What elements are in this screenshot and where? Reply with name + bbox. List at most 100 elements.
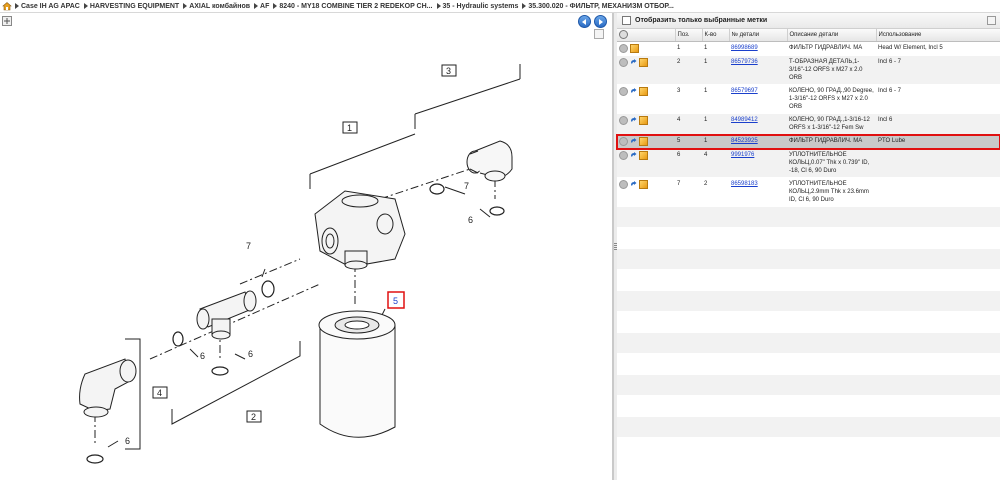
panel-options-icon[interactable] xyxy=(987,16,996,25)
cart-box-icon[interactable] xyxy=(630,44,639,53)
cell-usage: Head W/ Element, Incl 5 xyxy=(876,41,1000,57)
breadcrumb-item-6[interactable]: 35 - Hydraulic systems xyxy=(436,3,519,10)
part-number-link[interactable]: 86998689 xyxy=(731,45,758,51)
cell-pos: 6 xyxy=(675,148,702,179)
callout-3: 3 xyxy=(446,66,451,76)
copy-icon[interactable] xyxy=(630,59,637,66)
breadcrumb-label[interactable]: 8240 - MY18 COMBINE TIER 2 REDEKOP CH... xyxy=(279,3,432,10)
nav-back-icon[interactable] xyxy=(578,15,591,28)
breadcrumb-label[interactable]: Case IH AG APAC xyxy=(21,3,80,10)
breadcrumb-item-5[interactable]: 8240 - MY18 COMBINE TIER 2 REDEKOP CH... xyxy=(273,3,433,10)
cell-description: КОЛЕНО, 90 ГРАД.,90 Degree, 1-3/16"-12 O… xyxy=(787,84,876,115)
info-icon[interactable] xyxy=(619,180,628,190)
part-number-link[interactable]: 84989412 xyxy=(731,117,758,123)
cell-description: УПЛОТНИТЕЛЬНОЕ КОЛЬЦ,2.9mm Thk x 23.6mm … xyxy=(787,177,876,208)
header-description[interactable]: Описание детали xyxy=(787,29,877,42)
header-usage[interactable]: Использование xyxy=(876,29,1000,42)
info-icon[interactable] xyxy=(619,137,628,147)
callout-6b: 6 xyxy=(200,351,205,361)
cell-usage: PTO Lube xyxy=(876,134,1000,150)
nav-forward-icon[interactable] xyxy=(594,15,607,28)
callout-6d: 6 xyxy=(125,436,130,446)
exploded-parts-diagram: 3 1 2 4 7 6 7 6 6 6 5 xyxy=(79,64,521,464)
copy-icon[interactable] xyxy=(630,117,637,124)
empty-cell xyxy=(617,311,1000,334)
part-number-link[interactable]: 86598183 xyxy=(731,181,758,187)
table-row[interactable]: 5 1 84523925 ФИЛЬТР ГИДРАВЛИЧ. МА PTO Lube xyxy=(616,133,1000,150)
part-number-link[interactable]: 84523925 xyxy=(731,138,758,144)
copy-icon[interactable] xyxy=(630,138,637,145)
chevron-right-icon xyxy=(254,3,259,9)
cell-usage: Incl 6 xyxy=(876,113,1000,136)
chevron-right-icon xyxy=(15,3,19,9)
info-icon[interactable] xyxy=(619,58,628,68)
chevron-right-icon xyxy=(522,3,527,9)
info-icon[interactable] xyxy=(619,87,628,97)
breadcrumb-label[interactable]: 35 - Hydraulic systems xyxy=(443,3,519,10)
empty-row xyxy=(617,374,1000,397)
info-icon[interactable] xyxy=(619,151,628,161)
chevron-right-icon xyxy=(273,3,278,9)
callout-1: 1 xyxy=(347,123,352,133)
cell-description: ФИЛЬТР ГИДРАВЛИЧ. МА xyxy=(787,41,876,57)
cart-box-icon[interactable] xyxy=(639,116,648,126)
parts-table: Поз. К-во № детали Описание детали Испол… xyxy=(616,29,1000,460)
table-row[interactable]: 7 2 86598183 УПЛОТНИТЕЛЬНОЕ КОЛЬЦ,2.9mm Thk… xyxy=(617,177,1000,208)
part-number-link[interactable]: 86579736 xyxy=(731,59,758,65)
cell-pos: 5 xyxy=(675,134,702,150)
table-row[interactable]: 3 1 86579697 КОЛЕНО, 90 ГРАД.,90 Degree, 1-… xyxy=(617,84,1000,115)
breadcrumb-item-1[interactable]: Case IH AG APAC xyxy=(15,3,80,10)
empty-cell xyxy=(617,437,1000,460)
cell-description: КОЛЕНО, 90 ГРАД.,1-3/16-12 ORFS x 1-3/16… xyxy=(787,113,876,136)
part-number-link[interactable]: 86579697 xyxy=(731,88,758,94)
settings-gear-icon[interactable] xyxy=(619,29,628,39)
header-part-number[interactable]: № детали xyxy=(729,29,788,42)
table-row[interactable]: 1 1 86998689 ФИЛЬТР ГИДРАВЛИЧ. МА Head W/ El… xyxy=(617,41,1000,57)
copy-icon[interactable] xyxy=(630,181,637,188)
empty-row xyxy=(617,311,1000,334)
empty-row xyxy=(617,227,1000,250)
breadcrumb-item-7[interactable]: 35.300.020 - ФИЛЬТР, МЕХАНИЗМ ОТБОР... xyxy=(522,3,674,10)
cell-description: УПЛОТНИТЕЛЬНОЕ КОЛЬЦ,0.07" Thk x 0.739" … xyxy=(787,148,876,179)
cart-box-icon[interactable] xyxy=(639,58,648,68)
breadcrumb-label[interactable]: 35.300.020 - ФИЛЬТР, МЕХАНИЗМ ОТБОР... xyxy=(528,3,674,10)
cell-part-number: 9991976 xyxy=(729,148,787,179)
expand-icon[interactable] xyxy=(2,16,12,26)
breadcrumb-item-2[interactable]: HARVESTING EQUIPMENT xyxy=(83,3,179,10)
copy-icon[interactable] xyxy=(630,88,637,95)
table-row[interactable]: 6 4 9991976 УПЛОТНИТЕЛЬНОЕ КОЛЬЦ,0.07" Thk … xyxy=(617,148,1000,179)
show-selected-only-checkbox[interactable] xyxy=(622,16,631,25)
part-number-link[interactable]: 9991976 xyxy=(731,152,754,158)
home-icon[interactable] xyxy=(2,1,12,11)
breadcrumb-item-4[interactable]: AF xyxy=(254,3,269,10)
show-selected-only-label: Отобразить только выбранные метки xyxy=(635,17,768,24)
breadcrumb-item-3[interactable]: AXIAL комбайнов xyxy=(183,3,250,10)
breadcrumb-label[interactable]: AF xyxy=(260,3,269,10)
empty-cell xyxy=(617,290,1000,313)
empty-cell xyxy=(617,416,1000,439)
header-settings[interactable] xyxy=(617,29,676,42)
empty-cell xyxy=(617,269,1000,292)
cart-box-icon[interactable] xyxy=(639,151,648,161)
header-pos[interactable]: Поз. xyxy=(675,29,703,42)
cell-qty: 4 xyxy=(702,148,729,179)
callout-5[interactable]: 5 xyxy=(393,296,398,306)
cart-box-icon[interactable] xyxy=(639,180,648,190)
empty-cell xyxy=(617,206,1000,229)
header-qty[interactable]: К-во xyxy=(702,29,730,42)
info-icon[interactable] xyxy=(619,44,628,53)
table-header-row: Поз. К-во № детали Описание детали Испол… xyxy=(617,29,1000,42)
empty-row xyxy=(617,416,1000,439)
row-actions xyxy=(617,113,675,136)
table-row[interactable]: 4 1 84989412 КОЛЕНО, 90 ГРАД.,1-3/16-12 ORF… xyxy=(617,113,1000,136)
breadcrumb-label[interactable]: HARVESTING EQUIPMENT xyxy=(90,3,179,10)
table-row[interactable]: 2 1 86579736 Т-ОБРАЗНАЯ ДЕТАЛЬ,1-3/16"-12 O… xyxy=(617,55,1000,86)
breadcrumb-label[interactable]: AXIAL комбайнов xyxy=(189,3,250,10)
info-icon[interactable] xyxy=(619,116,628,126)
cart-box-icon[interactable] xyxy=(639,87,648,97)
cell-usage xyxy=(876,148,1000,179)
callout-7a: 7 xyxy=(464,181,469,191)
cart-box-icon[interactable] xyxy=(639,137,648,147)
copy-icon[interactable] xyxy=(630,152,637,159)
cell-part-number: 84523925 xyxy=(729,134,787,150)
